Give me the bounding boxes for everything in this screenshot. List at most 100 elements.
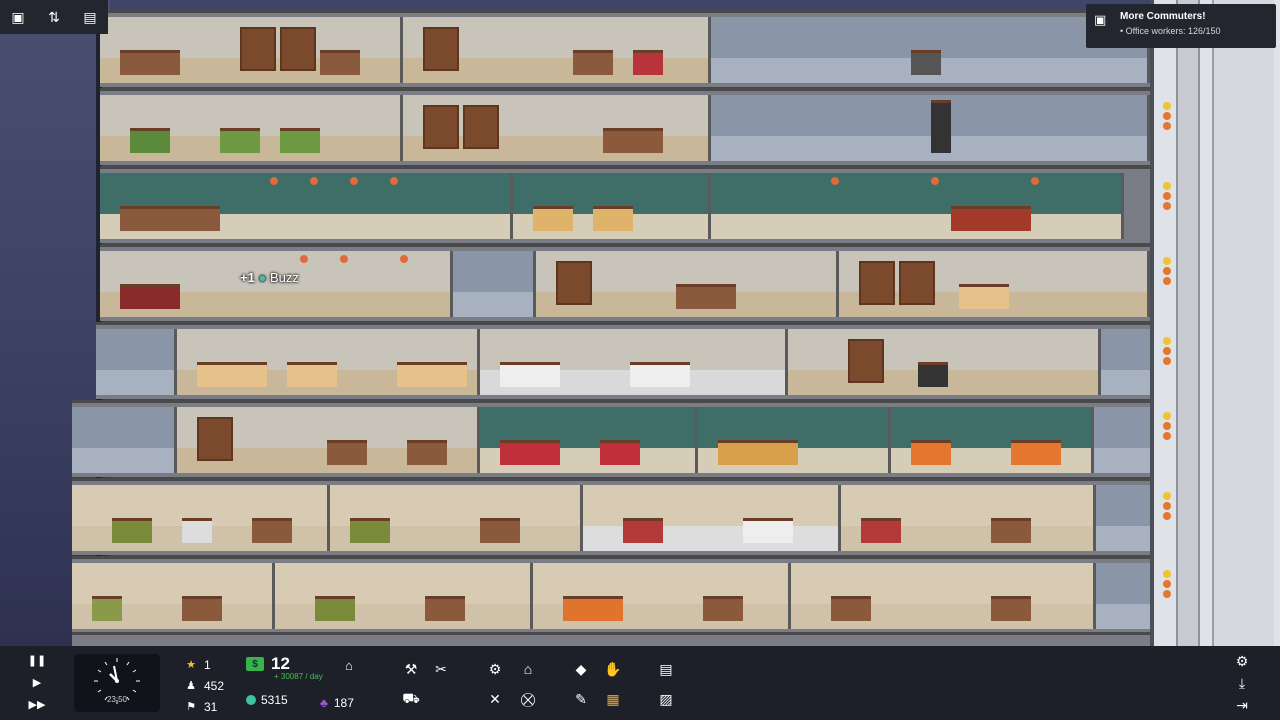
pause-icon[interactable]: ❚❚ (22, 652, 52, 669)
bakery[interactable] (839, 251, 1150, 317)
produce-shop[interactable] (100, 95, 403, 161)
settings-gear-icon[interactable]: ⚙ (1231, 650, 1253, 672)
art-gallery-icon[interactable]: ▦ (602, 688, 624, 710)
service-icon[interactable]: ⚙ (484, 658, 506, 680)
medical-clinic[interactable] (480, 329, 788, 395)
bookstore[interactable] (403, 95, 711, 161)
stats-icon[interactable]: ⇅ (44, 7, 64, 27)
floor-row (96, 322, 1153, 399)
population[interactable]: ♟ 452 (186, 675, 236, 696)
floor-row (72, 556, 1153, 633)
person-icon: ♟ (186, 680, 196, 692)
coffee-shop[interactable] (536, 251, 839, 317)
tokens-value: 5315 (261, 693, 288, 707)
notification-icon: ▣ (1094, 12, 1107, 27)
residents-value: 31 (204, 699, 218, 714)
shop-cart-icon[interactable]: ⛒ (517, 688, 539, 710)
clothing-store[interactable] (788, 329, 1101, 395)
elevator-column (1150, 0, 1280, 646)
floor-row (72, 400, 1153, 477)
cafe-room[interactable] (100, 173, 513, 239)
notification-toast[interactable]: ▣ More Commuters! • Office workers: 126/… (1086, 4, 1276, 48)
diner[interactable] (480, 407, 698, 473)
windows-icon[interactable]: ▣ (8, 7, 28, 27)
influence-icon: ♣ (320, 696, 328, 710)
deli-shop[interactable] (177, 329, 480, 395)
burger-joint[interactable] (891, 407, 1094, 473)
fast-forward-icon[interactable]: ▶▶ (22, 696, 52, 713)
star-rating[interactable]: ★ 1 (186, 654, 236, 675)
handshake-icon[interactable]: ✋ (602, 658, 624, 680)
population-value: 452 (204, 678, 225, 693)
demolish-icon[interactable]: ✂ (430, 658, 452, 680)
stairwell[interactable] (1096, 485, 1153, 551)
game-clock[interactable]: 23:50 (74, 654, 160, 712)
tower-stats: ★ 1 ♟ 452 ⚑ 31 (186, 654, 236, 717)
lobby-gallery[interactable] (711, 17, 1150, 83)
bank-icon[interactable]: ⌂ (345, 658, 359, 673)
cube-icon[interactable]: ◆ (570, 658, 592, 680)
office-suite[interactable] (841, 485, 1096, 551)
stairwell[interactable] (1096, 563, 1153, 629)
gift-shop-room[interactable] (403, 17, 711, 83)
elevator-shaft[interactable] (1212, 0, 1274, 646)
floor-row (100, 88, 1150, 165)
elevator-shaft[interactable] (1176, 0, 1200, 646)
exit-icon[interactable]: ⇥ (1231, 694, 1253, 716)
crane-icon[interactable]: ⚒ (400, 658, 422, 680)
dentist-office[interactable] (583, 485, 841, 551)
download-save-icon[interactable]: ⤓ (1231, 672, 1253, 694)
elevator-call-indicator (1162, 410, 1172, 444)
office-suite[interactable] (330, 485, 583, 551)
appliance-store[interactable] (177, 407, 480, 473)
residents[interactable]: ⚑ 31 (186, 696, 236, 717)
hallway[interactable] (453, 251, 536, 317)
restaurant-icon[interactable]: ✕ (484, 688, 506, 710)
floor-row (100, 10, 1150, 87)
top-left-toolbar: ▣ ⇅ ▤ (0, 0, 108, 34)
speed-controls: ❚❚ ▶ ▶▶ (22, 652, 52, 713)
cash-icon: $ (246, 657, 264, 671)
clock-time: 23:50 (106, 695, 128, 704)
sculpture-gallery[interactable] (711, 95, 1150, 161)
influence[interactable]: ♣ 187 (320, 696, 354, 710)
office-suite[interactable] (533, 563, 791, 629)
clipboard-icon[interactable]: ▤ (655, 658, 677, 680)
statue-room[interactable] (96, 329, 177, 395)
tenant-floating-label: +1 ● Buzz (240, 270, 299, 285)
architect-office[interactable] (72, 563, 275, 629)
office-suite[interactable] (791, 563, 1096, 629)
stairwell[interactable] (1094, 407, 1153, 473)
grocery-room[interactable] (100, 17, 403, 83)
elevator-call-indicator (1162, 490, 1172, 524)
money-value: 12 (271, 654, 290, 673)
influence-value: 187 (333, 696, 354, 710)
salad-bar[interactable] (513, 173, 711, 239)
office-suite[interactable] (72, 485, 330, 551)
picture-icon[interactable]: ▨ (655, 688, 677, 710)
vehicle-icon[interactable]: ⛟ (400, 688, 422, 710)
stairwell[interactable] (1101, 329, 1153, 395)
residence-icon[interactable]: ⌂ (517, 658, 539, 680)
list-icon[interactable]: ▤ (80, 7, 100, 27)
elevator-call-indicator (1162, 335, 1172, 369)
play-icon[interactable]: ▶ (22, 674, 52, 691)
pizzeria[interactable] (698, 407, 891, 473)
elevator-call-indicator (1162, 100, 1172, 134)
star-rating-value: 1 (204, 657, 211, 672)
floating-amount: +1 (240, 270, 255, 285)
tenant-name: Buzz (269, 270, 299, 285)
token-icon: ● (258, 270, 267, 285)
office-suite[interactable] (275, 563, 533, 629)
notification-title: More Commuters! (1120, 11, 1206, 22)
chinese-restaurant[interactable] (711, 173, 1124, 239)
notification-subtitle: • Office workers: 126/150 (1120, 26, 1221, 36)
paint-brush-icon[interactable]: ✎ (570, 688, 592, 710)
floor-row (72, 478, 1153, 555)
token-icon (246, 695, 256, 705)
elevator-call-indicator (1162, 255, 1172, 289)
sculpture-nook[interactable] (72, 407, 177, 473)
floor-row (100, 166, 1150, 243)
elevator-call-indicator (1162, 568, 1172, 602)
bottom-hud: ❚❚ ▶ ▶▶ 23:50 ★ 1 ♟ 452 ⚑ 31 $ 12 + 3008… (0, 646, 1280, 720)
